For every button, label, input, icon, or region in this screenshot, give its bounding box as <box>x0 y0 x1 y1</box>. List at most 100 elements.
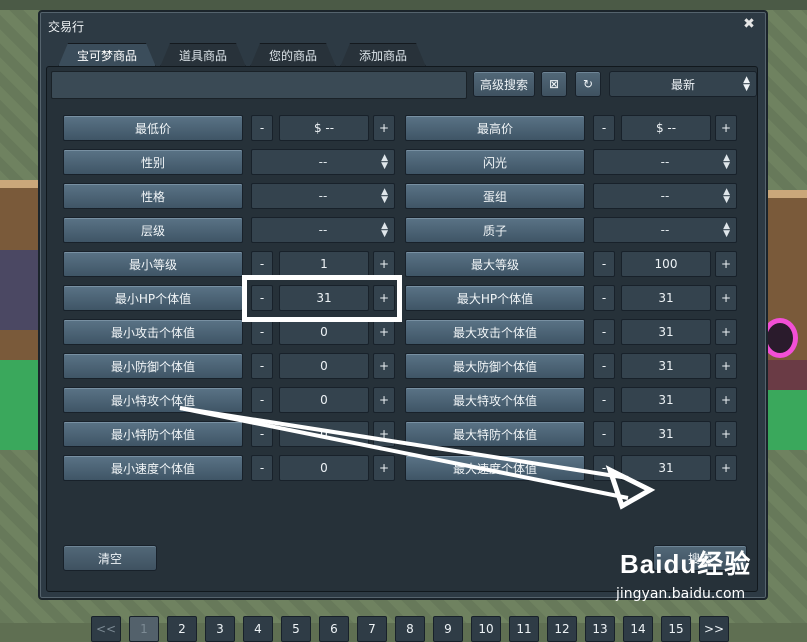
left-decrement-button[interactable]: - <box>251 353 273 379</box>
page-button[interactable]: 12 <box>547 616 577 642</box>
left-filter-select[interactable]: -- ▲ ▼ <box>251 183 395 209</box>
right-filter-label: 蛋组 <box>405 183 585 209</box>
right-increment-button[interactable]: + <box>715 421 737 447</box>
right-filter-select[interactable]: -- ▲ ▼ <box>593 183 737 209</box>
page-next-button[interactable]: >> <box>699 616 729 642</box>
right-decrement-button[interactable]: - <box>593 285 615 311</box>
page-button[interactable]: 11 <box>509 616 539 642</box>
page-button[interactable]: 13 <box>585 616 615 642</box>
left-decrement-button[interactable]: - <box>251 387 273 413</box>
right-decrement-button[interactable]: - <box>593 421 615 447</box>
left-value-field[interactable]: 0 <box>279 387 369 413</box>
right-increment-button[interactable]: + <box>715 353 737 379</box>
right-value-field[interactable]: 31 <box>621 319 711 345</box>
page-button[interactable]: 8 <box>395 616 425 642</box>
chevron-updown-icon: ▲ ▼ <box>381 153 388 171</box>
right-increment-button[interactable]: + <box>715 455 737 481</box>
left-decrement-button[interactable]: - <box>251 251 273 277</box>
search-toolbar: 高级搜索 ⊠ ↻ 最新 ▲ ▼ <box>51 71 757 99</box>
left-increment-button[interactable]: + <box>373 115 395 141</box>
chevron-updown-icon: ▲ ▼ <box>723 221 730 239</box>
right-decrement-button[interactable]: - <box>593 387 615 413</box>
right-increment-button[interactable]: + <box>715 319 737 345</box>
left-increment-button[interactable]: + <box>373 353 395 379</box>
left-filter-select[interactable]: -- ▲ ▼ <box>251 217 395 243</box>
left-decrement-button[interactable]: - <box>251 115 273 141</box>
tab-add-goods[interactable]: 添加商品 <box>340 43 426 67</box>
page-button[interactable]: 1 <box>129 616 159 642</box>
right-value-field[interactable]: 31 <box>621 353 711 379</box>
page-prev-button[interactable]: << <box>91 616 121 642</box>
page-button[interactable]: 2 <box>167 616 197 642</box>
tab-item-goods[interactable]: 道具商品 <box>160 43 246 67</box>
right-value-field[interactable]: 31 <box>621 455 711 481</box>
left-increment-button[interactable]: + <box>373 319 395 345</box>
trade-window: 交易行 ✖ 宝可梦商品 道具商品 您的商品 添加商品 高级搜索 ⊠ ↻ 最新 ▲… <box>38 10 768 642</box>
left-decrement-button[interactable]: - <box>251 421 273 447</box>
right-value-field[interactable]: 31 <box>621 285 711 311</box>
title-bar[interactable]: 交易行 ✖ <box>40 12 766 38</box>
right-increment-button[interactable]: + <box>715 387 737 413</box>
left-decrement-button[interactable]: - <box>251 455 273 481</box>
right-value-field[interactable]: $ -- <box>621 115 711 141</box>
right-filter-select[interactable]: -- ▲ ▼ <box>593 217 737 243</box>
page-button[interactable]: 6 <box>319 616 349 642</box>
left-increment-button[interactable]: + <box>373 251 395 277</box>
right-decrement-button[interactable]: - <box>593 115 615 141</box>
left-decrement-button[interactable]: - <box>251 319 273 345</box>
chevron-updown-icon: ▲ ▼ <box>381 221 388 239</box>
clear-filters-icon[interactable]: ⊠ <box>541 71 567 97</box>
right-increment-button[interactable]: + <box>715 285 737 311</box>
left-value-field[interactable]: 1 <box>279 251 369 277</box>
left-filter-label: 最小等级 <box>63 251 243 277</box>
right-value-field[interactable]: 100 <box>621 251 711 277</box>
left-value-field[interactable]: $ -- <box>279 115 369 141</box>
left-increment-button[interactable]: + <box>373 455 395 481</box>
page-button[interactable]: 14 <box>623 616 653 642</box>
left-value-field[interactable]: 0 <box>279 421 369 447</box>
right-decrement-button[interactable]: - <box>593 353 615 379</box>
right-filter-select[interactable]: -- ▲ ▼ <box>593 149 737 175</box>
search-input[interactable] <box>51 71 467 99</box>
left-value-field[interactable]: 0 <box>279 353 369 379</box>
page-button[interactable]: 10 <box>471 616 501 642</box>
right-increment-button[interactable]: + <box>715 251 737 277</box>
page-button[interactable]: 7 <box>357 616 387 642</box>
right-decrement-button[interactable]: - <box>593 455 615 481</box>
close-icon[interactable]: ✖ <box>742 17 756 31</box>
page-button[interactable]: 15 <box>661 616 691 642</box>
left-filter-label: 最小速度个体值 <box>63 455 243 481</box>
left-increment-button[interactable]: + <box>373 421 395 447</box>
advanced-search-button[interactable]: 高级搜索 <box>473 71 535 97</box>
chevron-updown-icon: ▲ ▼ <box>381 187 388 205</box>
sort-select-value: 最新 <box>670 77 695 92</box>
tab-your-goods[interactable]: 您的商品 <box>250 43 336 67</box>
page-button[interactable]: 9 <box>433 616 463 642</box>
right-decrement-button[interactable]: - <box>593 251 615 277</box>
select-value: -- <box>318 189 328 203</box>
refresh-icon[interactable]: ↻ <box>575 71 601 97</box>
left-increment-button[interactable]: + <box>373 387 395 413</box>
right-increment-button[interactable]: + <box>715 115 737 141</box>
right-value-field[interactable]: 31 <box>621 387 711 413</box>
clear-button[interactable]: 清空 <box>63 545 157 571</box>
left-value-field[interactable]: 0 <box>279 319 369 345</box>
select-value: -- <box>318 223 328 237</box>
watermark-brand: Baidu经验 <box>620 549 752 579</box>
right-value-field[interactable]: 31 <box>621 421 711 447</box>
sort-select[interactable]: 最新 ▲ ▼ <box>609 71 757 97</box>
left-filter-select[interactable]: -- ▲ ▼ <box>251 149 395 175</box>
watermark-url: jingyan.baidu.com <box>616 586 746 602</box>
page-button[interactable]: 4 <box>243 616 273 642</box>
left-value-field[interactable]: 0 <box>279 455 369 481</box>
right-filter-label: 最大等级 <box>405 251 585 277</box>
page-button[interactable]: 3 <box>205 616 235 642</box>
right-decrement-button[interactable]: - <box>593 319 615 345</box>
left-filter-label: 性格 <box>63 183 243 209</box>
left-filter-label: 层级 <box>63 217 243 243</box>
left-filter-label: 最小攻击个体值 <box>63 319 243 345</box>
left-filter-label: 最小HP个体值 <box>63 285 243 311</box>
tab-pokemon-goods[interactable]: 宝可梦商品 <box>58 43 156 67</box>
chevron-updown-icon: ▲ ▼ <box>723 187 730 205</box>
page-button[interactable]: 5 <box>281 616 311 642</box>
